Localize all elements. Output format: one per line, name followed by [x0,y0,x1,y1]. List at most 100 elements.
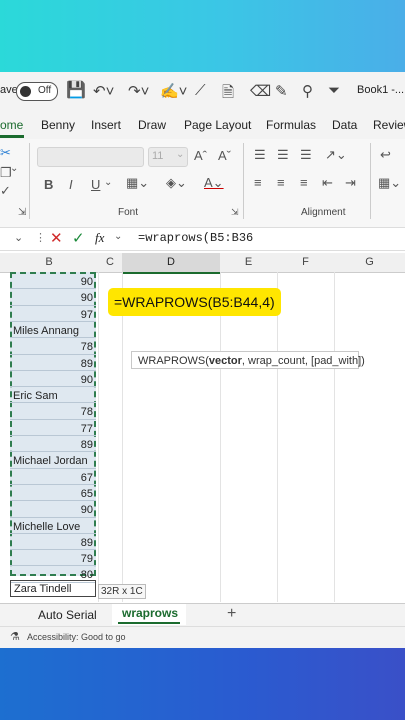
insert-function-button[interactable]: fx [95,230,104,246]
selection-size-tooltip: 32R x 1C [98,584,146,599]
align-middle-icon[interactable]: ☰ [277,147,289,163]
enter-icon[interactable]: ✓ [72,229,85,247]
tab-data[interactable]: Data [332,118,357,132]
accessibility-icon[interactable]: ⚗ [10,630,20,643]
find-icon[interactable]: ⚲ [302,82,313,100]
formula-input[interactable]: =wraprows(B5:B36 [138,231,253,245]
bold-button[interactable]: B [44,177,53,192]
font-launcher-icon[interactable]: ⇲ [231,207,239,218]
paste-format-icon[interactable]: ✓ [0,183,11,199]
tab-insert[interactable]: Insert [91,118,121,132]
orientation-icon[interactable]: ↗⌄ [325,147,347,163]
column-header-g[interactable]: G [334,253,405,273]
gridline [334,272,335,602]
undo-icon[interactable]: ↶˅ [93,82,114,100]
align-left-icon[interactable]: ≡ [254,175,262,190]
book-title: Book1 -... [357,84,405,96]
gridline [277,272,278,602]
decrease-font-icon[interactable]: Aˇ [218,148,231,163]
name-box-chevron-icon[interactable]: ⌄ [14,231,23,244]
wrap-text-icon[interactable]: ↩ [380,147,391,163]
column-header-b[interactable]: B [0,253,99,273]
sheet-tab-auto-serial[interactable]: Auto Serial [38,608,97,622]
formula-bar: ⌄ ⋮ ✕ ✓ fx ⌄ =wraprows(B5:B36 [0,228,405,251]
tab-benny[interactable]: Benny [41,118,75,132]
accessibility-status[interactable]: Accessibility: Good to go [27,632,126,642]
column-header-d[interactable]: D [122,253,221,274]
document-icon[interactable]: 🗎 [222,82,234,107]
borders-icon[interactable]: ▦⌄ [126,175,149,191]
align-right-icon[interactable]: ≡ [300,175,308,190]
format-painter-icon[interactable]: ✍˅ [160,82,187,100]
title-bar: ave Off 💾 ↶˅ ↷˅ ✍˅ ⟋ 🗎 ⌫ ✎ ⚲ ⏷ Book1 -..… [0,72,405,109]
align-top-icon[interactable]: ☰ [254,147,266,163]
increase-font-icon[interactable]: Aˆ [194,148,207,163]
clipboard-launcher-icon[interactable]: ⇲ [18,207,26,218]
cell-zara[interactable]: Zara Tindell [10,580,96,597]
chevron-down-icon[interactable]: ⌄ [104,177,112,188]
remaining-arguments: , wrap_count, [pad_with]) [241,355,365,367]
row-gridline [10,565,96,567]
row-gridline [10,353,96,355]
cut-icon[interactable]: ✂ [0,145,11,161]
font-size-dropdown[interactable]: 11 ⌄ [148,147,188,167]
column-header-e[interactable]: E [220,253,278,273]
row-gridline [10,369,96,371]
font-color-icon[interactable]: A⌄ [204,175,224,191]
font-group-label: Font [118,207,139,218]
sheet-tab-label: wraprows [122,606,179,620]
ribbon: ✂ ❐ ⌄ ✓ ⇲ 11 ⌄ Aˆ Aˇ B I U ⌄ ▦⌄ ◈⌄ A⌄ Fo… [0,139,405,228]
row-gridline [10,451,96,453]
autosave-toggle[interactable]: Off [16,82,58,101]
decrease-indent-icon[interactable]: ⇤ [322,175,333,191]
row-gridline [10,304,96,306]
save-icon[interactable]: 💾 [66,80,86,100]
toggle-label: Off [38,85,52,96]
tab-home[interactable]: ome [0,118,23,132]
align-center-icon[interactable]: ≡ [277,175,285,190]
redo-icon[interactable]: ↷˅ [128,82,149,100]
column-header-f[interactable]: F [277,253,335,273]
row-gridline [10,516,96,518]
more-options-icon[interactable]: ⋮ [35,231,46,244]
bottom-gradient-banner [0,648,405,720]
tab-page-layout[interactable]: Page Layout [184,118,251,132]
gridline [220,272,221,602]
alignment-group-label: Alignment [301,207,346,218]
eraser-icon[interactable]: ⌫ [250,82,271,100]
tab-formulas[interactable]: Formulas [266,118,316,132]
draw-line-icon[interactable]: ⟋ [195,82,206,99]
font-name-dropdown[interactable] [37,147,144,167]
underline-button[interactable]: U [91,177,100,192]
sheet-tab-wraprows[interactable]: wraprows [112,604,186,625]
formula-callout: =WRAPROWS(B5:B44,4) [108,288,281,316]
merge-center-icon[interactable]: ▦⌄ [378,175,401,191]
align-bottom-icon[interactable]: ☰ [300,147,312,163]
row-gridline [10,500,96,502]
chevron-down-icon[interactable]: ⌄ [10,163,18,174]
chevron-down-icon[interactable]: ⌄ [114,231,122,242]
column-header-c[interactable]: C [98,253,123,273]
gridline [122,272,123,602]
gridline [98,272,99,602]
add-sheet-button[interactable]: + [227,605,236,623]
row-gridline [10,320,96,322]
fill-color-icon[interactable]: ◈⌄ [166,175,187,191]
customize-toolbar-icon[interactable]: ⏷ [328,82,340,99]
row-gridline [10,549,96,551]
row-gridline [10,386,96,388]
row-gridline [10,418,96,420]
row-gridline [10,467,96,469]
active-sheet-indicator [118,622,180,624]
tab-draw[interactable]: Draw [138,118,166,132]
cancel-icon[interactable]: ✕ [50,229,63,247]
divider [370,143,371,219]
increase-indent-icon[interactable]: ⇥ [345,175,356,191]
row-gridline [10,532,96,534]
chevron-down-icon: ⌄ [176,149,185,160]
tab-review[interactable]: Review [373,118,405,132]
italic-button[interactable]: I [69,177,73,192]
function-syntax-tooltip[interactable]: WRAPROWS(vector, wrap_count, [pad_with]) [131,351,365,369]
active-tab-indicator [0,135,24,138]
highlighter-icon[interactable]: ✎ [275,82,288,100]
